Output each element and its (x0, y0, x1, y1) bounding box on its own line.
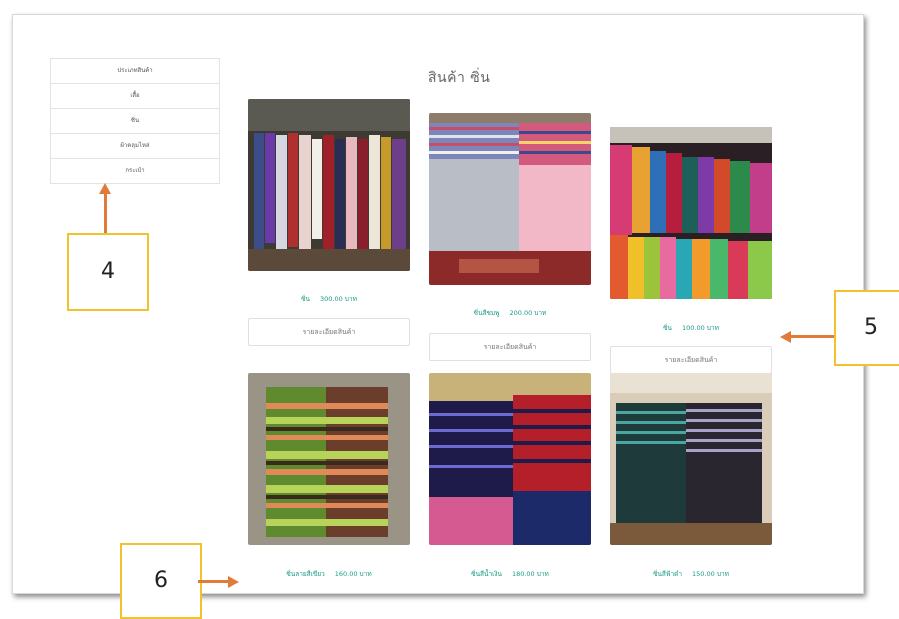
product-image[interactable] (429, 373, 591, 545)
annotation-arrow (791, 335, 834, 338)
product-name: ซิ่นลายสีเขียว (286, 570, 325, 578)
product-name: ซิ่น (663, 324, 672, 332)
product-detail-button[interactable]: รายละเอียดสินค้า (610, 346, 772, 374)
product-price-line: ซิ่น 300.00 บาท (248, 294, 410, 304)
product-detail-button[interactable]: รายละเอียดสินค้า (248, 318, 410, 346)
product-price-line: ซิ่นสีฟ้าดำ 150.00 บาท (610, 569, 772, 579)
sidebar-item-bags[interactable]: กระเป๋า (51, 159, 219, 183)
product-image[interactable] (248, 373, 410, 545)
arrow-left-icon (780, 331, 791, 343)
product-name: ซิ่นสีฟ้าดำ (653, 570, 683, 578)
product-price: 180.00 บาท (511, 570, 549, 578)
sidebar-item-shirts[interactable]: เสื้อ (51, 84, 219, 109)
sidebar-item-category-header[interactable]: ประเภทสินค้า (51, 59, 219, 84)
product-price-line: ซิ่น 100.00 บาท (610, 323, 772, 333)
product-price: 100.00 บาท (681, 324, 719, 332)
sidebar-item-sarongs[interactable]: ซิ่น (51, 109, 219, 134)
annotation-label-6: 6 (120, 543, 202, 619)
annotation-label-4: 4 (67, 233, 149, 311)
product-price-line: ซิ่นลายสีเขียว 160.00 บาท (248, 569, 410, 579)
page-title: สินค้า ซิ่น (428, 70, 491, 86)
category-sidebar: ประเภทสินค้า เสื้อ ซิ่น ผ้าคลุมไหล่ กระเ… (50, 58, 220, 184)
product-price-line: ซิ่นสีชมพู 200.00 บาท (429, 308, 591, 318)
product-price: 160.00 บาท (334, 570, 372, 578)
annotation-label-5: 5 (834, 290, 899, 366)
product-name: ซิ่น (301, 295, 310, 303)
product-image[interactable] (610, 373, 772, 545)
annotation-arrow (104, 193, 107, 233)
product-image[interactable] (248, 99, 410, 271)
product-price: 200.00 บาท (509, 309, 547, 317)
product-name: ซิ่นสีชมพู (473, 309, 500, 317)
arrow-right-icon (228, 576, 239, 588)
sidebar-item-shawls[interactable]: ผ้าคลุมไหล่ (51, 134, 219, 159)
product-image[interactable] (610, 127, 772, 299)
arrow-up-icon (99, 183, 111, 194)
product-name: ซิ่นสีน้ำเงิน (471, 570, 502, 578)
product-image[interactable] (429, 113, 591, 285)
product-price: 150.00 บาท (692, 570, 729, 578)
product-detail-button[interactable]: รายละเอียดสินค้า (429, 333, 591, 361)
annotation-arrow (198, 580, 228, 583)
product-price: 300.00 บาท (319, 295, 357, 303)
product-price-line: ซิ่นสีน้ำเงิน 180.00 บาท (429, 569, 591, 579)
